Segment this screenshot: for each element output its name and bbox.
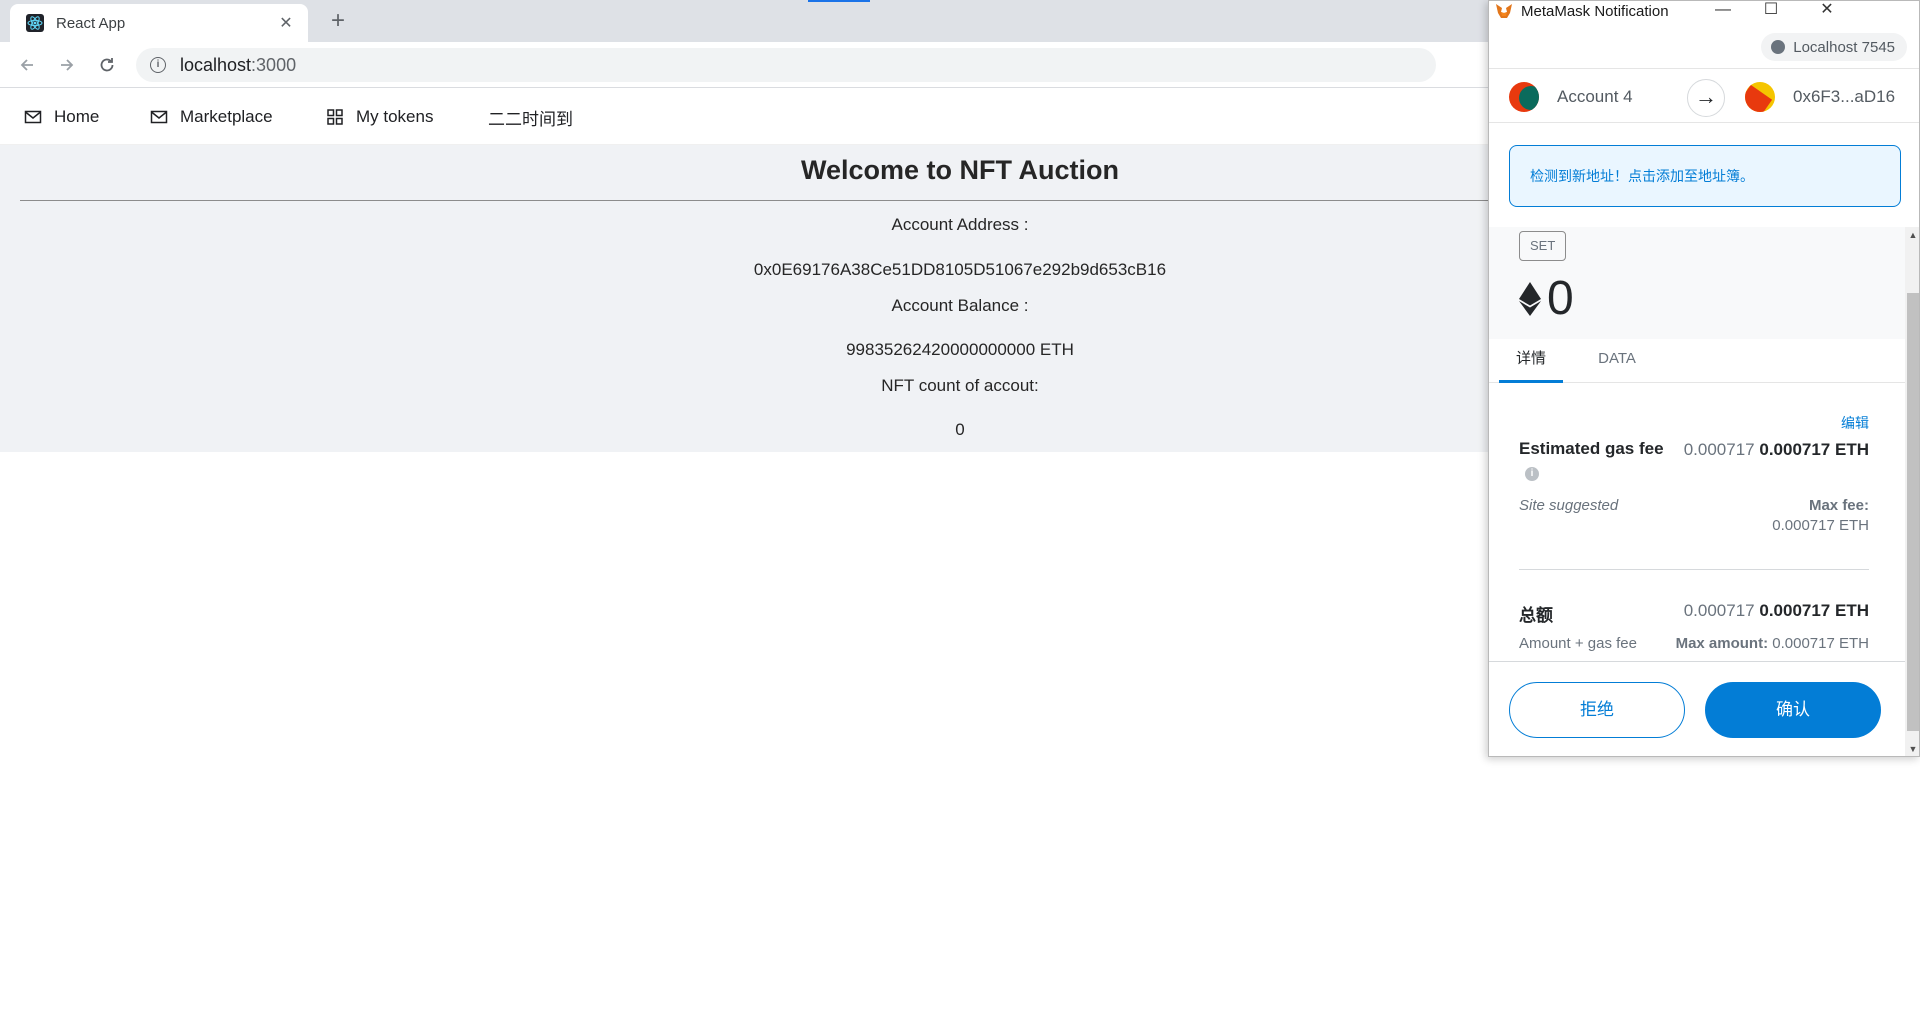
mail-icon (24, 110, 42, 124)
tab-details[interactable]: 详情 (1499, 339, 1563, 383)
total-fiat: 0.000717 (1683, 601, 1755, 620)
confirm-button[interactable]: 确认 (1705, 682, 1881, 738)
reload-icon[interactable] (92, 50, 122, 80)
scrollbar-thumb[interactable] (1907, 293, 1919, 731)
origin-row: Localhost 7545 (1489, 29, 1919, 69)
menu-item-label: 二二时间到 (488, 109, 573, 129)
menu-item-label: My tokens (356, 107, 434, 126)
back-arrow-icon[interactable] (12, 50, 42, 80)
max-amount: Max amount: 0.000717 ETH (1676, 635, 1869, 652)
menu-item-label: Marketplace (180, 107, 273, 126)
menu-item-timer[interactable]: 二二时间到 (488, 89, 573, 145)
metamask-titlebar: MetaMask Notification (1489, 1, 1919, 21)
total-eth: 0.000717 ETH (1759, 601, 1869, 620)
tab-data[interactable]: DATA (1585, 339, 1649, 383)
url-host: localhost (180, 54, 252, 75)
menu-item-home[interactable]: Home (24, 89, 99, 145)
max-amount-value: 0.000717 ETH (1772, 635, 1869, 652)
gas-fee-eth: 0.000717 ETH (1759, 440, 1869, 459)
site-suggested-label: Site suggested (1519, 497, 1619, 514)
info-icon[interactable]: i (1525, 467, 1539, 481)
tab-title: React App (56, 14, 126, 32)
origin-label: Localhost 7545 (1793, 38, 1895, 56)
max-amount-label: Max amount: (1675, 635, 1769, 652)
gas-fee-values: 0.000717 0.000717 ETH (1684, 440, 1869, 460)
action-footer: 拒绝 确认 (1489, 661, 1905, 756)
new-address-alert[interactable]: 检测到新地址！点击添加至地址簿。 (1509, 145, 1901, 207)
react-favicon-icon (26, 14, 44, 32)
to-account-address[interactable]: 0x6F3...aD16 (1793, 87, 1895, 107)
tab-close-icon[interactable]: ✕ (276, 13, 296, 33)
amount-value: 0 (1547, 272, 1574, 325)
metamask-fox-icon (1496, 4, 1512, 18)
tx-amount: 0 (1519, 273, 1574, 325)
mail-icon (150, 110, 168, 124)
page-content: Welcome to NFT Auction Account Address :… (0, 145, 1900, 452)
forward-arrow-icon[interactable] (52, 50, 82, 80)
browser-tab[interactable]: React App ✕ (10, 4, 308, 42)
tab-strip-accent (808, 0, 870, 2)
reject-button[interactable]: 拒绝 (1509, 682, 1685, 738)
menu-item-label: Home (54, 107, 100, 126)
gas-fee-fiat: 0.000717 (1683, 440, 1755, 459)
from-account-name[interactable]: Account 4 (1557, 87, 1633, 107)
details-divider (1519, 569, 1869, 570)
site-info-icon[interactable]: i (150, 57, 166, 73)
ethereum-icon (1519, 282, 1541, 316)
scroll-up-icon[interactable]: ▲ (1905, 227, 1919, 243)
metamask-window-title: MetaMask Notification (1521, 2, 1669, 20)
url-port: :3000 (251, 54, 297, 75)
total-label: 总额 (1519, 606, 1553, 625)
method-badge: SET (1519, 231, 1567, 261)
amount-gas-label: Amount + gas fee (1519, 635, 1637, 652)
max-fee-label: Max fee: (1808, 497, 1869, 514)
address-bar[interactable]: i localhost:3000 (136, 48, 1436, 82)
origin-pill: Localhost 7545 (1761, 33, 1907, 61)
total-values: 0.000717 0.000717 ETH (1684, 601, 1869, 621)
gas-fee-label: Estimated gas fee (1519, 439, 1664, 458)
to-account-avatar (1745, 82, 1775, 112)
detail-tabs: 详情 DATA (1489, 339, 1905, 383)
max-fee-value: 0.000717 ETH (1772, 517, 1869, 534)
close-window-icon[interactable]: ✕ (1813, 1, 1841, 21)
scrollbar[interactable]: ▲ ▼ (1905, 227, 1919, 756)
scroll-down-icon[interactable]: ▼ (1905, 741, 1919, 756)
arrow-right-icon: → (1687, 79, 1725, 117)
menu-item-my-tokens[interactable]: My tokens (326, 89, 433, 145)
tx-summary: SET 0 (1489, 227, 1905, 339)
fee-details: 编辑 Estimated gas fee i 0.000717 0.000717… (1489, 383, 1905, 661)
from-account-avatar (1509, 82, 1539, 112)
account-row: Account 4 → 0x6F3...aD16 (1489, 71, 1919, 123)
network-globe-icon (1771, 40, 1786, 54)
minimize-icon[interactable]: — (1709, 1, 1737, 21)
new-tab-button[interactable]: + (322, 6, 354, 38)
edit-gas-link[interactable]: 编辑 (1841, 413, 1869, 433)
metamask-window: MetaMask Notification — ☐ ✕ Localhost 75… (1488, 0, 1920, 757)
maximize-icon[interactable]: ☐ (1757, 1, 1785, 21)
menu-item-marketplace[interactable]: Marketplace (150, 89, 273, 145)
appstore-icon (327, 109, 343, 125)
